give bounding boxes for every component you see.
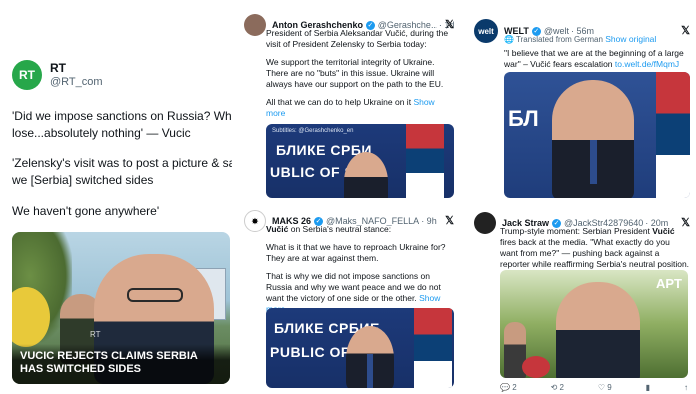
maks-title-suffix: on Serbia's neutral stance: (288, 224, 392, 234)
jack-text-before: Trump-style moment: Serbian President (500, 226, 653, 236)
video-caption: VUCIC REJECTS CLAIMS SERBIA HAS SWITCHED… (12, 344, 230, 384)
reply-count: 2 (512, 383, 517, 392)
anton-post: Anton Gerashchenko ✓ @Gerashche... · 1d … (238, 8, 460, 198)
rt-text-line-3: 'Zelensky's visit was to post a picture … (12, 156, 232, 170)
welt-body: 🌐 Translated from German Show original "… (504, 34, 690, 77)
jack-text-after: fires back at the media. "What exactly d… (500, 237, 690, 269)
anton-paragraph-2: We support the territorial integrity of … (266, 57, 444, 89)
speaker-tie (367, 354, 373, 388)
video-speaker-glasses (127, 288, 183, 302)
anton-video[interactable]: БЛИКЕ СРБИ UBLIC OF SE Subtitles: @Geras… (266, 124, 454, 198)
speaker-tie (590, 140, 597, 184)
video-watermark: RT (90, 330, 101, 339)
rt-text-line-4: we [Serbia] switched sides (12, 173, 154, 187)
share-button[interactable]: ↑ (684, 383, 688, 392)
rt-text-line-5: We haven't gone anywhere' (12, 204, 160, 218)
maks-paragraph-1: What is it that we have to reproach Ukra… (266, 242, 446, 263)
image-speaker (556, 282, 640, 378)
like-count: 9 (607, 383, 612, 392)
rt-text-line-2: lose...absolutely nothing' — Vucic (12, 126, 191, 140)
welt-article-link[interactable]: to.welt.de/fMqmJ (615, 59, 679, 69)
repost-icon: ⟲ (550, 383, 558, 392)
jack-actions: 💬 2 ⟲ 2 ♡ 9 ▮ ↑ (500, 383, 688, 392)
show-original-link[interactable]: Show original (605, 34, 656, 44)
jack-video[interactable]: APT (500, 270, 688, 378)
translated-label: 🌐 Translated from German (504, 35, 603, 44)
views-button[interactable]: ▮ (646, 383, 650, 392)
jack-avatar[interactable] (474, 212, 496, 234)
rt-text-line-1: 'Did we impose sanctions on Russia? Wha (12, 109, 232, 123)
welt-image[interactable]: БЛ (504, 72, 690, 198)
share-icon: ↑ (684, 383, 688, 392)
rt-author-name[interactable]: RT (50, 61, 103, 75)
image-logo: APT (656, 276, 682, 291)
welt-post: welt WELT ✓ @welt · 56m 𝕏 🌐 Translated f… (468, 14, 696, 198)
serbian-flag (406, 124, 444, 198)
video-subtitle-credit: Subtitles: @Gerashchenko_en (272, 128, 354, 134)
anton-body: President of Serbia Aleksandar Vučić, du… (266, 28, 454, 126)
like-button[interactable]: ♡ 9 (598, 383, 612, 392)
maks-title: Vučić on Serbia's neutral stance: (266, 224, 454, 235)
anton-paragraph-1: President of Serbia Aleksandar Vučić, du… (266, 28, 449, 49)
serbian-flag (656, 72, 690, 198)
rt-post: RT RT @RT_com 'Did we impose sanctions o… (0, 0, 232, 394)
translated-text: Translated from German (516, 35, 603, 44)
rt-avatar[interactable]: RT (12, 60, 42, 90)
microphone-icon (522, 356, 550, 378)
backdrop-text: БЛ (508, 106, 539, 131)
heart-icon: ♡ (597, 383, 606, 392)
repost-count: 2 (559, 383, 564, 392)
globe-icon: 🌐 (504, 35, 514, 44)
repost-button[interactable]: ⟲ 2 (551, 383, 564, 392)
welt-avatar[interactable]: welt (474, 19, 498, 43)
reply-button[interactable]: 💬 2 (500, 383, 517, 392)
rt-author-handle[interactable]: @RT_com (50, 75, 103, 89)
maks-video[interactable]: БЛИКЕ СРБИЕ PUBLIC OF SE (266, 308, 454, 388)
serbian-flag (414, 308, 452, 388)
maks-avatar[interactable]: ✸ (244, 210, 266, 232)
maks-title-name: Vučić (266, 224, 289, 234)
views-icon: ▮ (645, 383, 651, 392)
anton-paragraph-3: All that we can do to help Ukraine on it… (266, 97, 454, 119)
welt-text: "I believe that we are at the beginning … (504, 48, 690, 70)
rt-video[interactable]: RT VUCIC REJECTS CLAIMS SERBIA HAS SWITC… (12, 232, 230, 384)
jack-post: Jack Straw ✓ @JackStr42879640 · 20m 𝕏 Tr… (468, 206, 696, 394)
jack-text: Trump-style moment: Serbian President Vu… (500, 226, 690, 270)
reply-icon: 💬 (500, 383, 510, 392)
maks-paragraph-2-text: That is why we did not impose sanctions … (266, 271, 441, 303)
jack-text-name: Vučić (652, 226, 675, 236)
rt-header: RT RT @RT_com (12, 60, 103, 90)
anton-avatar[interactable] (244, 14, 266, 36)
maks-post: ✸ MAKS 26 ✓ @Maks_NAFO_FELLA · 9h 𝕏 Vuči… (238, 204, 460, 394)
anton-paragraph-3-text: All that we can do to help Ukraine on it (266, 97, 412, 107)
